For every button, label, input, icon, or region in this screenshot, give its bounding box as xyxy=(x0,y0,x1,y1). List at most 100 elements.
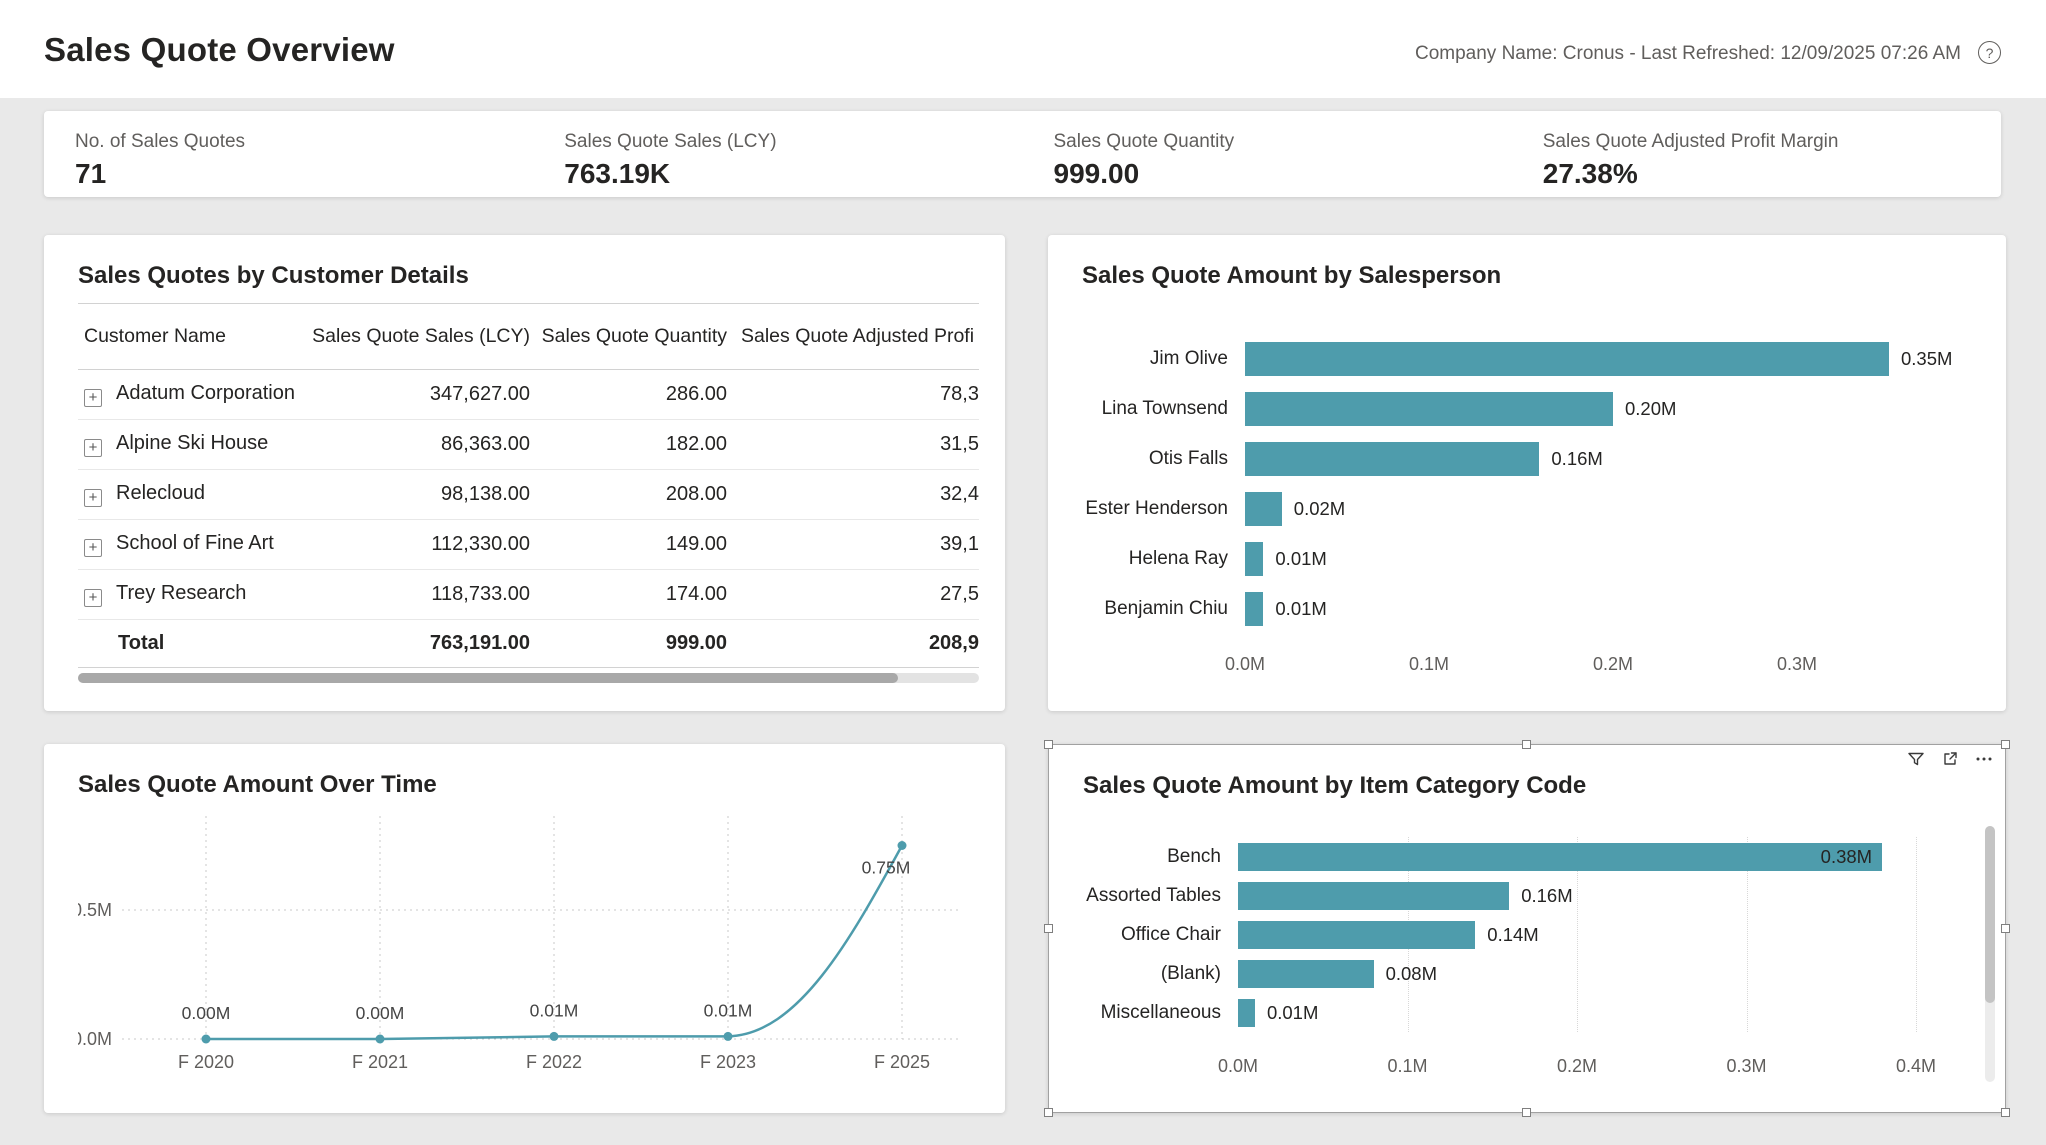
visual-title: Sales Quotes by Customer Details xyxy=(78,262,469,290)
selection-handle[interactable] xyxy=(1522,1108,1531,1117)
bar-jim-olive[interactable] xyxy=(1245,342,1889,376)
bar--blank-[interactable] xyxy=(1238,960,1374,988)
table-row[interactable]: +Trey Research 118,733.00 174.00 27,5 xyxy=(78,570,979,620)
total-label: Total xyxy=(78,620,308,668)
table-row[interactable]: +School of Fine Art 112,330.00 149.00 39… xyxy=(78,520,979,570)
total-profit: 208,9 xyxy=(727,620,979,668)
svg-text:0.01M: 0.01M xyxy=(530,1000,579,1020)
profit-value: 39,1 xyxy=(727,520,979,570)
selection-handle[interactable] xyxy=(1522,740,1531,749)
svg-text:F 2023: F 2023 xyxy=(700,1052,756,1072)
kpi-no-of-sales-quotes: No. of Sales Quotes 71 xyxy=(44,131,533,197)
selection-handle[interactable] xyxy=(2001,1108,2010,1117)
visual-title: Sales Quote Amount Over Time xyxy=(78,771,437,799)
selection-handle[interactable] xyxy=(2001,924,2010,933)
total-sales: 763,191.00 xyxy=(308,620,530,668)
table-header-row: Customer Name Sales Quote Sales (LCY) Sa… xyxy=(78,304,979,370)
value-label: 0.16M xyxy=(1551,448,1602,470)
visual-toolbar xyxy=(1907,750,1993,768)
column-header-sales[interactable]: Sales Quote Sales (LCY) xyxy=(308,304,530,370)
x-axis: 0.0M0.1M0.2M0.3M0.4M xyxy=(1238,1048,1961,1078)
selection-handle[interactable] xyxy=(1044,924,1053,933)
quantity-value: 149.00 xyxy=(530,520,727,570)
filter-icon[interactable] xyxy=(1907,750,1925,768)
value-label: 0.02M xyxy=(1294,498,1345,520)
page-title: Sales Quote Overview xyxy=(44,31,395,69)
bar-miscellaneous[interactable] xyxy=(1238,999,1255,1027)
bar-bench[interactable]: 0.38M xyxy=(1238,843,1882,871)
bar-otis-falls[interactable] xyxy=(1245,442,1539,476)
kpi-value: 763.19K xyxy=(564,158,1022,190)
kpi-value: 999.00 xyxy=(1054,158,1512,190)
column-header-customer-name[interactable]: Customer Name xyxy=(78,304,308,370)
bar-benjamin-chiu[interactable] xyxy=(1245,592,1263,626)
salesperson-chart[interactable]: Jim Olive0.35MLina Townsend0.20MOtis Fal… xyxy=(1082,334,1976,676)
x-tick-label: 0.3M xyxy=(1777,654,1817,675)
svg-text:0.00M: 0.00M xyxy=(182,1003,231,1023)
selection-handle[interactable] xyxy=(2001,740,2010,749)
bar-assorted-tables[interactable] xyxy=(1238,882,1509,910)
visual-title: Sales Quote Amount by Item Category Code xyxy=(1083,772,1586,800)
value-label: 0.38M xyxy=(1821,846,1872,868)
focus-mode-icon[interactable] xyxy=(1941,750,1959,768)
kpi-label: Sales Quote Quantity xyxy=(1054,131,1512,153)
value-label: 0.01M xyxy=(1275,598,1326,620)
bar-row: Bench0.38M xyxy=(1083,837,1961,876)
help-icon[interactable]: ? xyxy=(1978,41,2001,64)
horizontal-scrollbar[interactable] xyxy=(78,673,979,683)
line-chart-svg[interactable]: 0.5M0.0MF 2020F 2021F 2022F 2023F 20250.… xyxy=(78,800,971,1100)
category-label: Assorted Tables xyxy=(1083,885,1238,907)
sales-value: 118,733.00 xyxy=(308,570,530,620)
expand-row-icon[interactable]: + xyxy=(84,489,102,507)
svg-text:0.75M: 0.75M xyxy=(862,858,911,878)
value-label: 0.01M xyxy=(1275,548,1326,570)
bar-office-chair[interactable] xyxy=(1238,921,1475,949)
svg-text:0.01M: 0.01M xyxy=(704,1000,753,1020)
x-tick-label: 0.4M xyxy=(1896,1056,1936,1077)
bar-ester-henderson[interactable] xyxy=(1245,492,1282,526)
category-label: Ester Henderson xyxy=(1082,498,1245,520)
overtime-chart[interactable]: 0.5M0.0MF 2020F 2021F 2022F 2023F 20250.… xyxy=(78,800,971,1105)
column-header-quantity[interactable]: Sales Quote Quantity xyxy=(530,304,727,370)
x-tick-label: 0.2M xyxy=(1593,654,1633,675)
svg-text:0.5M: 0.5M xyxy=(78,900,112,920)
bar-lina-townsend[interactable] xyxy=(1245,392,1613,426)
vertical-scrollbar-thumb[interactable] xyxy=(1985,826,1995,1003)
table-row[interactable]: +Alpine Ski House 86,363.00 182.00 31,5 xyxy=(78,420,979,470)
itemcategory-chart[interactable]: Bench0.38MAssorted Tables0.16MOffice Cha… xyxy=(1083,837,1961,1078)
selection-handle[interactable] xyxy=(1044,1108,1053,1117)
expand-row-icon[interactable]: + xyxy=(84,439,102,457)
svg-text:F 2022: F 2022 xyxy=(526,1052,582,1072)
horizontal-scrollbar-thumb[interactable] xyxy=(78,673,898,683)
vertical-scrollbar[interactable] xyxy=(1985,826,1995,1082)
table-total-row: Total 763,191.00 999.00 208,9 xyxy=(78,620,979,668)
expand-row-icon[interactable]: + xyxy=(84,389,102,407)
selection-handle[interactable] xyxy=(1044,740,1053,749)
kpi-strip: No. of Sales Quotes 71 Sales Quote Sales… xyxy=(44,111,2001,197)
x-tick-label: 0.0M xyxy=(1225,654,1265,675)
more-options-icon[interactable] xyxy=(1975,750,1993,768)
table-row[interactable]: +Relecloud 98,138.00 208.00 32,4 xyxy=(78,470,979,520)
customer-details-visual[interactable]: Sales Quotes by Customer Details Custome… xyxy=(44,235,1005,711)
over-time-visual[interactable]: Sales Quote Amount Over Time 0.5M 0.0M F 2… xyxy=(44,744,1005,1113)
sales-value: 347,627.00 xyxy=(308,370,530,420)
bar-helena-ray[interactable] xyxy=(1245,542,1263,576)
quantity-value: 208.00 xyxy=(530,470,727,520)
salesperson-visual[interactable]: Sales Quote Amount by Salesperson Jim Ol… xyxy=(1048,235,2006,711)
bar-row: Jim Olive0.35M xyxy=(1082,334,1976,384)
sales-value: 112,330.00 xyxy=(308,520,530,570)
sales-value: 86,363.00 xyxy=(308,420,530,470)
column-header-adjusted-profit[interactable]: Sales Quote Adjusted Profi xyxy=(727,304,979,370)
x-tick-label: 0.2M xyxy=(1557,1056,1597,1077)
expand-row-icon[interactable]: + xyxy=(84,539,102,557)
customer-name: Trey Research xyxy=(116,582,246,604)
expand-row-icon[interactable]: + xyxy=(84,589,102,607)
value-label: 0.20M xyxy=(1625,398,1676,420)
svg-text:0.0M: 0.0M xyxy=(78,1029,112,1049)
customer-name: Alpine Ski House xyxy=(116,432,268,454)
item-category-visual[interactable]: Sales Quote Amount by Item Category Code… xyxy=(1048,744,2006,1113)
report-header: Sales Quote Overview Company Name: Cronu… xyxy=(0,0,2046,98)
table-row[interactable]: +Adatum Corporation 347,627.00 286.00 78… xyxy=(78,370,979,420)
x-tick-label: 0.1M xyxy=(1409,654,1449,675)
category-label: Miscellaneous xyxy=(1083,1002,1238,1024)
